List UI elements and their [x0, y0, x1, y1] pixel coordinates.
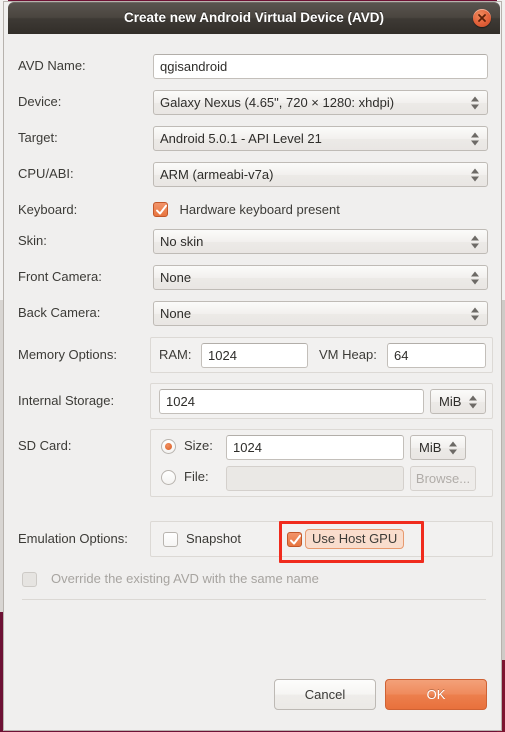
cpu-abi-combobox-value: ARM (armeabi-v7a) [160, 167, 274, 182]
label-back-camera: Back Camera: [18, 305, 101, 320]
label-sd-card-file: File: [184, 469, 209, 484]
snapshot-label: Snapshot [186, 531, 241, 546]
avd-dialog: Create new Android Virtual Device (AVD) … [4, 2, 501, 730]
sd-card-size-input[interactable] [226, 435, 404, 460]
skin-combobox[interactable]: No skin [153, 229, 488, 254]
internal-storage-input[interactable] [159, 389, 424, 414]
row-skin: Skin: No skin [4, 229, 501, 255]
label-front-camera: Front Camera: [18, 269, 102, 284]
footer-separator [22, 599, 486, 600]
row-front-camera: Front Camera: None [4, 265, 501, 291]
back-camera-combobox-value: None [160, 306, 192, 321]
back-camera-combobox[interactable]: None [153, 301, 488, 326]
use-host-gpu-checkbox[interactable] [287, 532, 302, 547]
row-avd-name: AVD Name: [4, 54, 501, 80]
label-target: Target: [18, 130, 58, 145]
sd-card-browse-button: Browse... [410, 466, 476, 491]
spinner-arrows-icon [469, 394, 478, 409]
label-keyboard: Keyboard: [18, 202, 78, 217]
spinner-arrows-icon [471, 270, 480, 285]
label-ram: RAM: [159, 347, 192, 362]
label-memory-options: Memory Options: [18, 347, 117, 362]
row-target: Target: Android 5.0.1 - API Level 21 [4, 126, 501, 152]
sd-card-unit-spinbox[interactable]: MiB [410, 435, 466, 460]
cancel-button[interactable]: Cancel [274, 679, 376, 710]
memory-options-group: RAM: VM Heap: [150, 337, 493, 373]
label-avd-name: AVD Name: [18, 58, 86, 73]
row-override: Override the existing AVD with the same … [4, 569, 501, 593]
label-sd-card-size: Size: [184, 438, 213, 453]
spinner-arrows-icon [449, 440, 458, 455]
front-camera-combobox-value: None [160, 270, 192, 285]
dialog-title: Create new Android Virtual Device (AVD) [123, 10, 385, 25]
spinner-arrows-icon [471, 234, 480, 249]
device-combobox-value: Galaxy Nexus (4.65", 720 × 1280: xhdpi) [160, 95, 395, 110]
sd-card-file-radio[interactable] [161, 470, 176, 485]
hardware-keyboard-checkbox[interactable] [153, 202, 168, 218]
close-icon[interactable] [473, 9, 491, 27]
use-host-gpu-label[interactable]: Use Host GPU [305, 529, 405, 549]
snapshot-checkbox[interactable] [163, 532, 178, 547]
screen: Create new Android Virtual Device (AVD) … [0, 0, 505, 732]
override-avd-label: Override the existing AVD with the same … [51, 571, 319, 586]
label-internal-storage: Internal Storage: [18, 393, 115, 408]
row-cpu-abi: CPU/ABI: ARM (armeabi-v7a) [4, 162, 501, 188]
target-combobox-value: Android 5.0.1 - API Level 21 [160, 131, 322, 146]
ram-input[interactable] [201, 343, 308, 368]
spinner-arrows-icon [471, 95, 480, 110]
vm-heap-input[interactable] [387, 343, 486, 368]
row-keyboard: Keyboard: Hardware keyboard present [4, 198, 501, 224]
spinner-arrows-icon [471, 131, 480, 146]
skin-combobox-value: No skin [160, 234, 204, 249]
target-combobox[interactable]: Android 5.0.1 - API Level 21 [153, 126, 488, 151]
sd-card-unit-value: MiB [419, 440, 442, 455]
label-vm-heap: VM Heap: [319, 347, 377, 362]
device-combobox[interactable]: Galaxy Nexus (4.65", 720 × 1280: xhdpi) [153, 90, 488, 115]
label-device: Device: [18, 94, 62, 109]
dialog-titlebar[interactable]: Create new Android Virtual Device (AVD) [8, 2, 500, 34]
label-skin: Skin: [18, 233, 47, 248]
sd-card-group: Size: MiB File: Browse... [150, 429, 493, 497]
emulation-options-group: Snapshot Use Host GPU [150, 521, 493, 557]
label-emulation-options: Emulation Options: [18, 531, 128, 546]
avd-name-input[interactable] [153, 54, 488, 79]
ok-button[interactable]: OK [385, 679, 487, 710]
cpu-abi-combobox[interactable]: ARM (armeabi-v7a) [153, 162, 488, 187]
sd-card-size-radio[interactable] [161, 439, 176, 454]
spinner-arrows-icon [471, 167, 480, 182]
front-camera-combobox[interactable]: None [153, 265, 488, 290]
internal-storage-unit-value: MiB [439, 394, 462, 409]
dialog-body: AVD Name: Device: Galaxy Nexus (4.65", 7… [4, 34, 501, 730]
row-device: Device: Galaxy Nexus (4.65", 720 × 1280:… [4, 90, 501, 116]
label-sd-card: SD Card: [18, 438, 72, 453]
row-back-camera: Back Camera: None [4, 301, 501, 327]
hardware-keyboard-label: Hardware keyboard present [179, 202, 340, 218]
sd-card-file-input [226, 466, 404, 491]
label-cpu-abi: CPU/ABI: [18, 166, 74, 181]
spinner-arrows-icon [471, 306, 480, 321]
internal-storage-unit-spinbox[interactable]: MiB [430, 389, 486, 414]
override-avd-checkbox [22, 572, 37, 587]
internal-storage-group: MiB [150, 383, 493, 419]
